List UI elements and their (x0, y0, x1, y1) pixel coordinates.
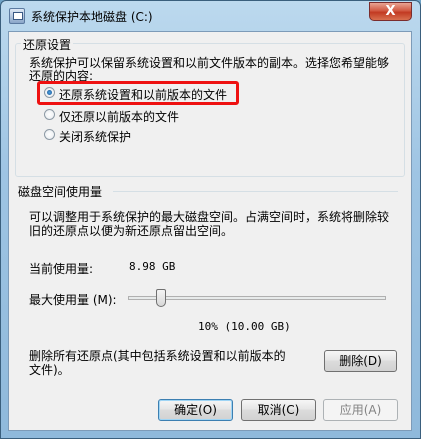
dialog-window: 系统保护本地磁盘 (C:) X 还原设置 系统保护可以保留系统设置和以前文件版本… (0, 0, 421, 439)
disk-usage-description-line2: 旧的还原点以便为新还原点留出空间。 (29, 224, 234, 238)
disk-usage-heading: 磁盘空间使用量 (18, 185, 103, 199)
max-usage-slider-thumb[interactable] (155, 289, 166, 307)
cancel-button[interactable]: 取消(C) (241, 399, 316, 421)
max-usage-slider-track[interactable] (128, 296, 386, 300)
restore-settings-heading: 还原设置 (21, 36, 74, 53)
radio-dot[interactable] (44, 129, 55, 140)
system-protection-icon (9, 8, 25, 24)
delete-button[interactable]: 删除(D) (324, 350, 397, 372)
radio-restore-files-only[interactable]: 仅还原以前版本的文件 (44, 108, 344, 124)
apply-button[interactable]: 应用(A) (323, 399, 398, 421)
current-usage-value: 8.98 GB (129, 260, 176, 273)
radio-dot[interactable] (44, 109, 55, 120)
radio-label: 关闭系统保护 (59, 130, 132, 144)
section-divider (113, 191, 398, 192)
selection-highlight-box (37, 81, 239, 105)
window-title: 系统保护本地磁盘 (C:) (31, 10, 153, 24)
title-bar[interactable]: 系统保护本地磁盘 (C:) X (1, 1, 420, 31)
max-usage-label: 最大使用量 (M): (29, 293, 117, 307)
current-usage-label: 当前使用量: (29, 262, 94, 276)
close-button[interactable]: X (369, 2, 412, 21)
delete-description-line2: 文件)。 (29, 363, 70, 377)
max-usage-value: 10% (10.00 GB) (198, 320, 291, 333)
radio-turn-off-protection[interactable]: 关闭系统保护 (44, 128, 344, 144)
ok-button[interactable]: 确定(O) (158, 399, 233, 421)
radio-label: 仅还原以前版本的文件 (59, 110, 180, 124)
